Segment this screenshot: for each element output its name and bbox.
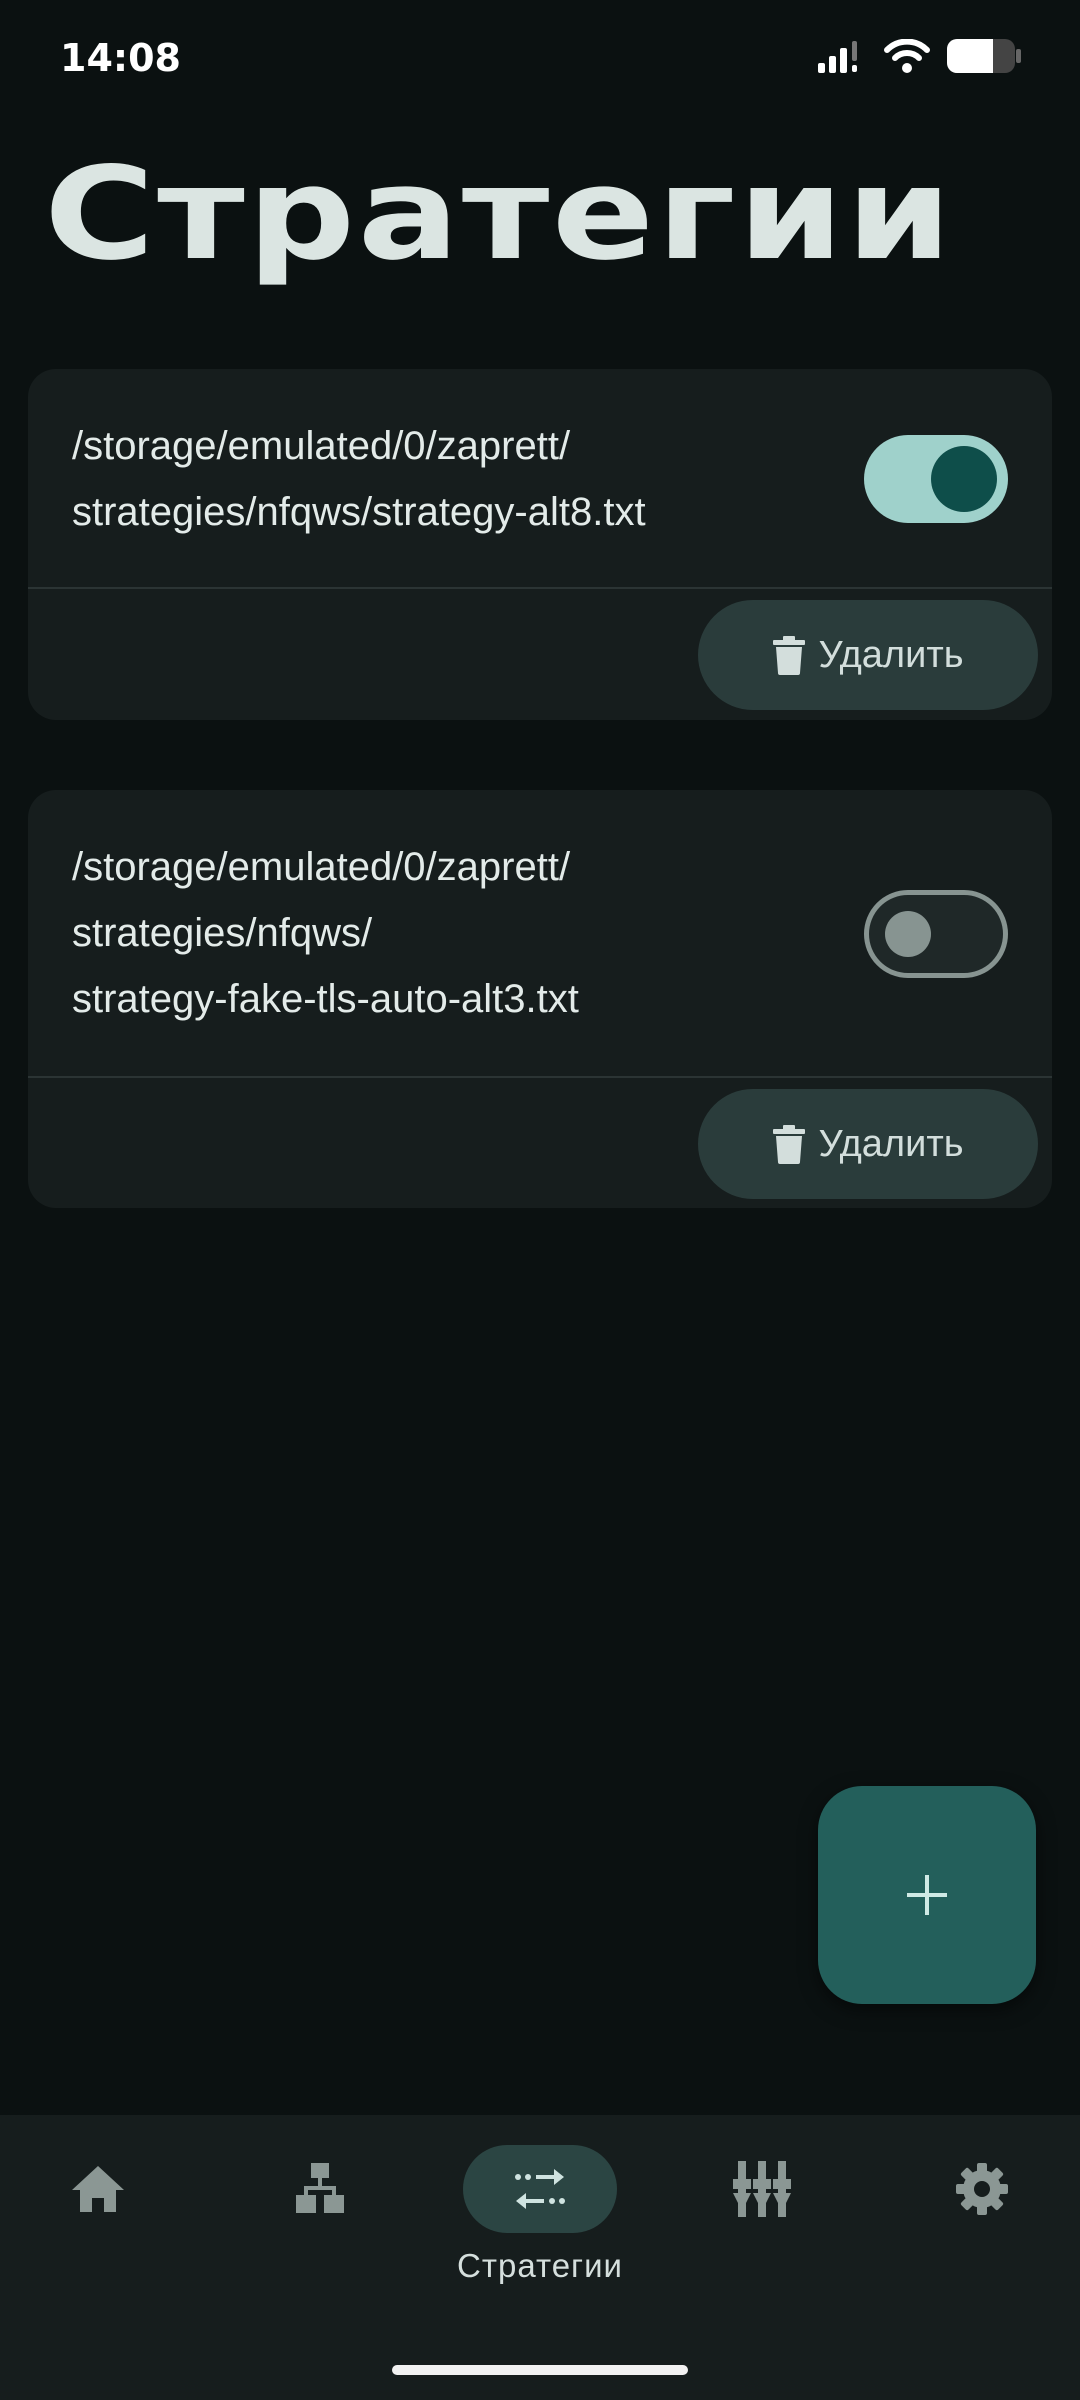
nav-item-parameters[interactable] (682, 2145, 842, 2325)
nav-pill (243, 2145, 397, 2233)
strategy-card-header: /storage/emulated/0/zaprett/ strategies/… (28, 790, 1052, 1076)
strategy-toggle[interactable] (864, 890, 1008, 978)
status-time: 14:08 (60, 36, 181, 80)
toggle-knob (931, 446, 997, 512)
strategy-card-actions: Удалить (28, 1078, 1052, 1208)
settings-gear-icon (956, 2163, 1008, 2215)
delete-button[interactable]: Удалить (698, 600, 1038, 710)
battery-icon (947, 39, 1021, 73)
plus-icon (907, 1875, 947, 1915)
delete-label: Удалить (818, 1122, 964, 1165)
nav-pill (21, 2145, 175, 2233)
strategy-path: /storage/emulated/0/zaprett/ strategies/… (72, 424, 646, 534)
nav-pill (685, 2145, 839, 2233)
toggle-knob (885, 911, 931, 957)
strategy-toggle[interactable] (864, 435, 1008, 523)
strategies-arrows-icon (515, 2169, 565, 2209)
bottom-navigation: Стратегии (0, 2115, 1080, 2400)
nav-item-settings[interactable] (902, 2145, 1062, 2325)
nav-pill (905, 2145, 1059, 2233)
nav-item-home[interactable] (18, 2145, 178, 2325)
status-icons (816, 38, 1022, 74)
trash-icon (773, 1125, 806, 1164)
nav-item-hosts[interactable] (240, 2145, 400, 2325)
nav-pill (463, 2145, 617, 2233)
delete-button[interactable]: Удалить (698, 1089, 1038, 1199)
add-strategy-button[interactable] (818, 1786, 1036, 2004)
wifi-icon (884, 39, 930, 73)
home-indicator (392, 2365, 688, 2375)
strategy-card-actions: Удалить (28, 589, 1052, 720)
equalizer-icon (733, 2161, 791, 2217)
nav-item-strategies[interactable]: Стратегии (457, 2145, 623, 2325)
delete-label: Удалить (818, 633, 964, 676)
trash-icon (773, 636, 806, 675)
page-title: Стратегии (44, 140, 955, 289)
strategy-path: /storage/emulated/0/zaprett/ strategies/… (72, 845, 579, 1021)
status-bar: 14:08 (0, 0, 1080, 120)
strategy-card: /storage/emulated/0/zaprett/ strategies/… (28, 790, 1052, 1208)
strategy-card-header: /storage/emulated/0/zaprett/ strategies/… (28, 369, 1052, 587)
cellular-signal-icon (818, 41, 857, 73)
strategy-card: /storage/emulated/0/zaprett/ strategies/… (28, 369, 1052, 720)
home-icon (72, 2166, 124, 2212)
nav-label: Стратегии (457, 2247, 623, 2284)
hosts-tree-icon (296, 2163, 344, 2213)
